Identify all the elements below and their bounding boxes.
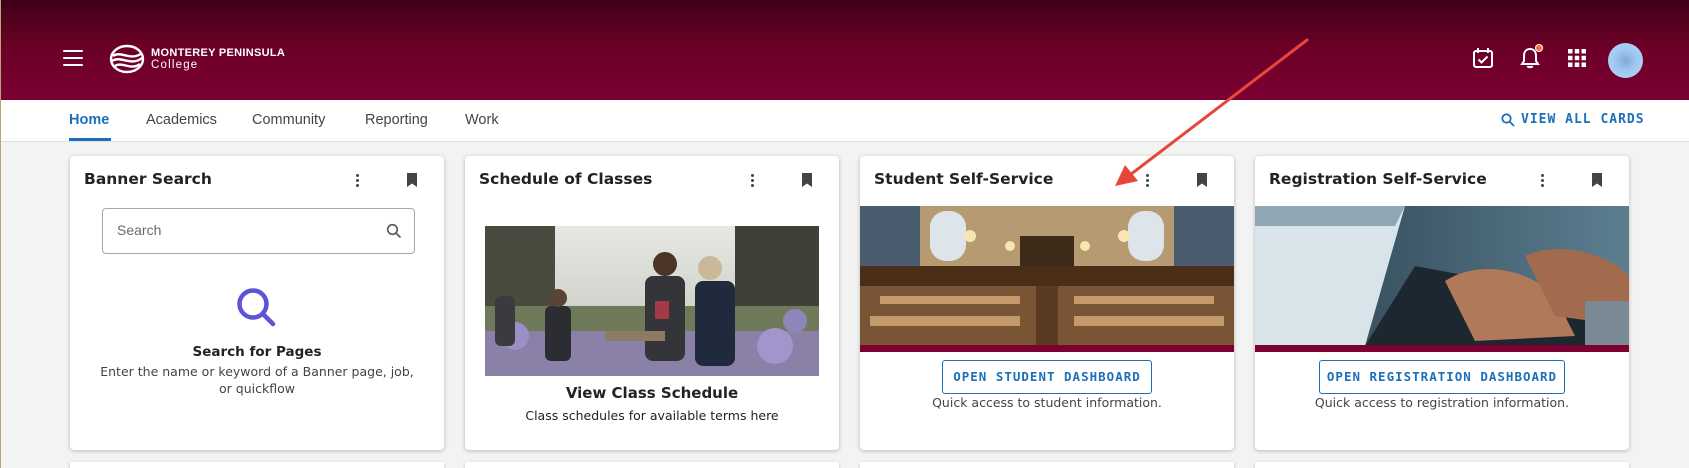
card-banner-search: Banner Search Search for Pages Enter the… <box>70 156 444 450</box>
card-title: Registration Self-Service <box>1269 170 1487 188</box>
view-class-schedule-heading[interactable]: View Class Schedule <box>465 384 839 402</box>
card-row2-placeholder <box>1255 462 1629 468</box>
bookmark-icon[interactable] <box>1591 172 1603 188</box>
card-registration-self-service: Registration Self-Service OPEN REGISTRAT… <box>1255 156 1629 450</box>
logo-mark-icon <box>109 44 145 74</box>
kebab-menu-icon[interactable] <box>1541 174 1545 188</box>
tab-work[interactable]: Work <box>465 112 499 128</box>
kebab-menu-icon[interactable] <box>1146 174 1150 188</box>
student-description: Quick access to student information. <box>932 395 1162 410</box>
bookmark-icon[interactable] <box>801 172 813 188</box>
card-student-self-service: Student Self-Service OPEN STUDENT DASHBO… <box>860 156 1234 450</box>
hamburger-icon[interactable] <box>63 50 83 66</box>
card-title: Schedule of Classes <box>479 170 653 188</box>
open-registration-dashboard-button[interactable]: OPEN REGISTRATION DASHBOARD <box>1319 360 1565 394</box>
card-accent-bar <box>860 345 1234 352</box>
tab-bar: Home Academics Community Reporting Work <box>1 100 1689 142</box>
calendar-check-icon[interactable] <box>1472 47 1494 69</box>
banner-search-input[interactable] <box>117 222 367 238</box>
logo-line1: MONTEREY PENINSULA <box>151 47 286 59</box>
logo-line2: College <box>151 59 199 71</box>
bookmark-icon[interactable] <box>1196 172 1208 188</box>
open-student-dashboard-button[interactable]: OPEN STUDENT DASHBOARD <box>942 360 1152 394</box>
user-avatar[interactable] <box>1608 43 1643 78</box>
search-pages-heading: Search for Pages <box>192 344 322 360</box>
top-header: MONTEREY PENINSULA College <box>1 0 1689 100</box>
apps-grid-icon[interactable] <box>1566 47 1588 69</box>
tab-home[interactable]: Home <box>69 112 109 128</box>
kebab-menu-icon[interactable] <box>751 174 755 188</box>
bookmark-icon[interactable] <box>406 172 418 188</box>
notification-badge <box>1535 44 1543 52</box>
card-schedule-of-classes: Schedule of Classes View Class Schedule … <box>465 156 839 450</box>
tab-academics[interactable]: Academics <box>146 112 217 128</box>
tab-community[interactable]: Community <box>252 112 325 128</box>
library-photo <box>860 206 1234 346</box>
card-row2-placeholder <box>70 462 444 468</box>
college-logo[interactable]: MONTEREY PENINSULA College <box>109 44 285 74</box>
card-row2-placeholder <box>860 462 1234 468</box>
card-row2-placeholder <box>465 462 839 468</box>
tab-reporting[interactable]: Reporting <box>365 112 428 128</box>
view-all-cards-button[interactable]: VIEW ALL CARDS <box>1501 112 1645 127</box>
laptop-typing-photo <box>1255 206 1629 346</box>
page: MONTEREY PENINSULA College Home Academic… <box>0 0 1689 468</box>
card-title: Banner Search <box>84 170 212 188</box>
card-title: Student Self-Service <box>874 170 1054 188</box>
view-all-cards-label: VIEW ALL CARDS <box>1521 112 1645 127</box>
search-pages-icon <box>237 288 276 327</box>
registration-description: Quick access to registration information… <box>1314 395 1570 410</box>
card-accent-bar <box>1255 345 1629 352</box>
view-class-schedule-description: Class schedules for available terms here <box>525 408 779 423</box>
students-photo[interactable] <box>485 226 819 376</box>
active-tab-indicator <box>69 138 111 141</box>
search-icon[interactable] <box>386 223 402 239</box>
search-icon <box>1501 112 1515 127</box>
banner-search-field[interactable] <box>102 208 415 254</box>
kebab-menu-icon[interactable] <box>356 174 360 188</box>
search-pages-description: Enter the name or keyword of a Banner pa… <box>100 364 414 396</box>
